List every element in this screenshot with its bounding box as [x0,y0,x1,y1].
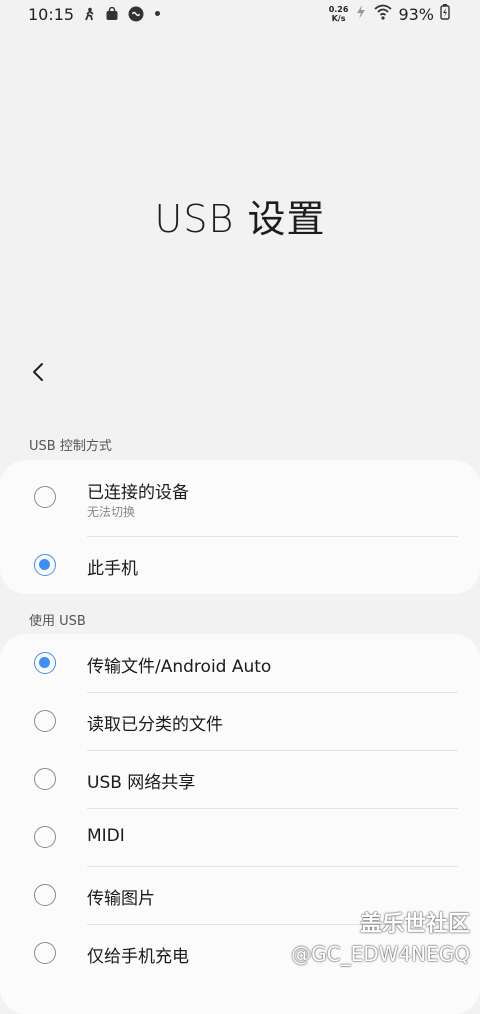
radio-midi[interactable] [34,826,56,848]
charging-icon [354,4,368,24]
net-speed-value: 0.26 [328,5,349,14]
status-time: 10:15 [28,5,75,24]
battery-icon [440,4,450,24]
radio-transfer-files[interactable] [34,652,56,674]
status-bar: 10:15 0.26 K/s 93% [0,0,480,30]
watermark-user: @GC_EDW4NEGQ [291,942,470,966]
option-label: 传输文件/Android Auto [87,657,272,677]
game-icon [128,6,144,22]
usb-control-card: 已连接的设备 无法切换 此手机 [0,460,480,594]
option-label: USB 网络共享 [87,773,196,793]
option-label: 读取已分类的文件 [87,715,223,735]
option-label: 此手机 [87,559,138,579]
radio-charge-only[interactable] [34,942,56,964]
net-speed: 0.26 K/s [329,5,349,23]
section-label-usb-control: USB 控制方式 [29,439,112,454]
radio-connected-device[interactable] [34,486,56,508]
option-usb-tethering[interactable]: USB 网络共享 [0,750,480,808]
radio-transfer-images[interactable] [34,884,56,906]
back-button[interactable] [26,358,54,386]
option-label: 仅给手机充电 [87,947,189,967]
notification-icons [82,6,160,22]
more-notifications-dot [155,10,160,16]
radio-usb-tethering[interactable] [34,768,56,790]
page-title: USB 设置 [154,197,326,241]
runner-icon [82,6,96,21]
bag-icon [105,6,119,20]
section-label-use-usb: 使用 USB [29,614,86,629]
system-icons: 0.26 K/s 93% [329,4,450,24]
option-label: 传输图片 [87,889,155,909]
option-this-phone[interactable]: 此手机 [0,537,480,594]
back-icon [33,363,43,381]
option-midi[interactable]: MIDI [0,808,480,866]
net-speed-unit: K/s [331,14,346,23]
option-connected-device[interactable]: 已连接的设备 无法切换 [0,460,480,537]
watermark-community: 盖乐世社区 [359,912,470,937]
radio-read-classified-files[interactable] [34,710,56,732]
option-label: MIDI [87,826,125,846]
radio-this-phone[interactable] [34,554,56,576]
option-label: 已连接的设备 [87,483,189,503]
option-read-classified-files[interactable]: 读取已分类的文件 [0,692,480,750]
battery-percent: 93% [398,4,434,24]
option-transfer-files[interactable]: 传输文件/Android Auto [0,634,480,692]
wifi-icon [374,4,393,24]
option-sublabel: 无法切换 [87,505,136,519]
